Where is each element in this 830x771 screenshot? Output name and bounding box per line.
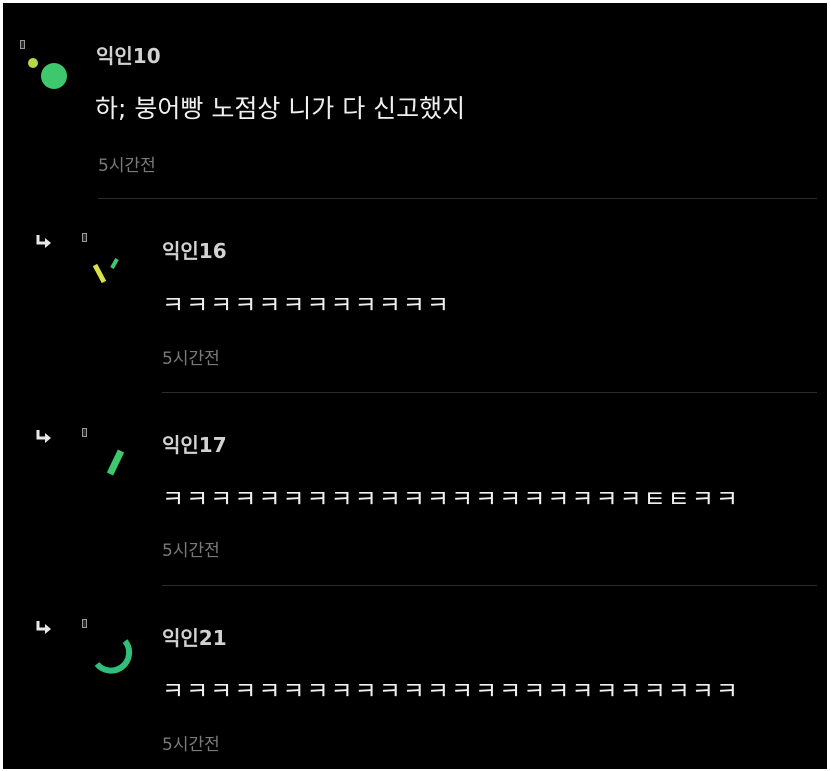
- reply-text: ㅋㅋㅋㅋㅋㅋㅋㅋㅋㅋㅋㅋ: [162, 291, 451, 319]
- avatar[interactable]: [25, 53, 75, 103]
- badge-icon: [82, 233, 87, 242]
- reply-item: 익인21 ㅋㅋㅋㅋㅋㅋㅋㅋㅋㅋㅋㅋㅋㅋㅋㅋㅋㅋㅋㅋㅋㅋㅋㅋ 5시간전: [3, 587, 827, 769]
- comment-text: 하; 붕어빵 노점상 니가 다 신고했지: [95, 94, 466, 123]
- reply-item: 익인17 ㅋㅋㅋㅋㅋㅋㅋㅋㅋㅋㅋㅋㅋㅋㅋㅋㅋㅋㅋㅋㅌㅌㅋㅋ 5시간전: [3, 393, 827, 587]
- reply-author[interactable]: 익인16: [162, 235, 227, 264]
- comment-author[interactable]: 익인10: [96, 40, 161, 69]
- comment-time: 5시간전: [98, 156, 156, 176]
- divider: [162, 585, 817, 586]
- reply-time: 5시간전: [162, 735, 220, 755]
- comment: 익인10 하; 붕어빵 노점상 니가 다 신고했지 5시간전: [3, 3, 827, 199]
- avatar[interactable]: [87, 245, 137, 295]
- reply-item: 익인16 ㅋㅋㅋㅋㅋㅋㅋㅋㅋㅋㅋㅋ 5시간전: [3, 199, 827, 393]
- avatar[interactable]: [87, 631, 137, 681]
- reply-text: ㅋㅋㅋㅋㅋㅋㅋㅋㅋㅋㅋㅋㅋㅋㅋㅋㅋㅋㅋㅋㅋㅋㅋㅋ: [162, 677, 740, 705]
- badge-icon: [82, 428, 87, 437]
- reply-time: 5시간전: [162, 541, 220, 561]
- reply-arrow-icon: [36, 621, 51, 634]
- reply-arrow-icon: [36, 235, 51, 248]
- reply-author[interactable]: 익인17: [162, 429, 227, 458]
- badge-icon: [82, 619, 87, 628]
- reply-time: 5시간전: [162, 349, 220, 369]
- badge-icon: [20, 40, 25, 49]
- comment-thread: 익인10 하; 붕어빵 노점상 니가 다 신고했지 5시간전 익인16 ㅋㅋㅋㅋ…: [3, 3, 827, 769]
- reply-text: ㅋㅋㅋㅋㅋㅋㅋㅋㅋㅋㅋㅋㅋㅋㅋㅋㅋㅋㅋㅋㅌㅌㅋㅋ: [162, 485, 740, 513]
- reply-arrow-icon: [36, 430, 51, 443]
- reply-author[interactable]: 익인21: [162, 622, 227, 651]
- avatar[interactable]: [87, 439, 137, 489]
